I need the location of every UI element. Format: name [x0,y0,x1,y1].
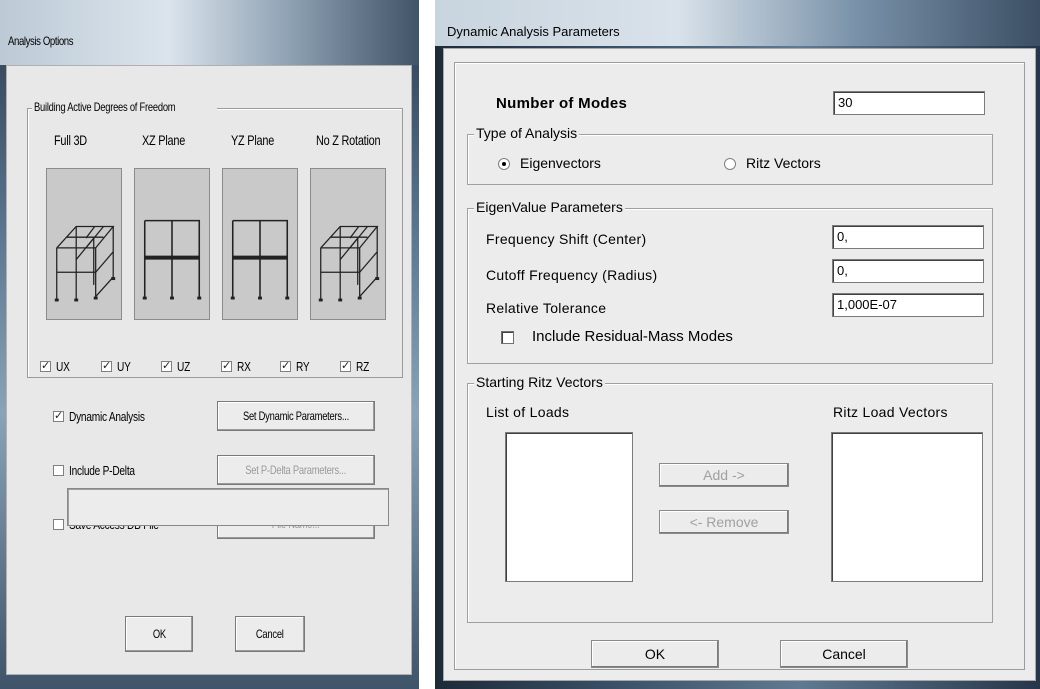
frequency-shift-input[interactable]: 0, [832,225,984,249]
starting-ritz-vectors-group: Starting Ritz Vectors List of Loads Ritz… [467,374,993,623]
relative-tolerance-label: Relative Tolerance [486,300,607,316]
dynamic-analysis-box[interactable] [53,409,64,422]
plane-label-full-3d: Full 3D [54,132,87,148]
dynamic-params-client: Number of Modes 30 Type of Analysis Eige… [443,48,1036,681]
analysis-options-client: Building Active Degrees of Freedom Full … [6,65,412,675]
analysis-options-title: Analysis Options [8,34,74,48]
cutoff-frequency-label: Cutoff Frequency (Radius) [486,267,658,283]
list-of-loads-label: List of Loads [486,404,570,420]
eigenvectors-radio-dot[interactable] [498,158,510,171]
ritz-load-vectors-listbox[interactable] [831,432,983,582]
starting-ritz-vectors-label: Starting Ritz Vectors [474,374,605,390]
dof-group-label: Building Active Degrees of Freedom [32,100,218,114]
dof-groupbox: Building Active Degrees of Freedom Full … [27,100,403,378]
status-field [67,488,389,526]
dynamic-params-titlebar[interactable]: Dynamic Analysis Parameters [435,0,1040,46]
remove-button[interactable]: <- Remove [659,510,789,534]
analysis-options-window: Analysis Options Building Active Degrees… [0,0,419,689]
eigenvectors-label: Eigenvectors [520,155,601,171]
include-residual-mass-box[interactable] [501,330,514,344]
cutoff-frequency-input[interactable]: 0, [832,259,984,283]
eigenvalue-parameters-group: EigenValue Parameters Frequency Shift (C… [467,199,993,364]
ritz-vectors-radio[interactable]: Ritz Vectors [724,155,821,171]
checkbox-rx-label: RX [237,359,251,374]
eigenvalue-parameters-label: EigenValue Parameters [474,199,625,215]
include-residual-mass-label: Include Residual-Mass Modes [532,328,733,345]
dof-checkbox-rz[interactable]: RZ [340,359,373,374]
yz-plane-frame-icon[interactable] [222,168,298,320]
full-3d-frame-icon[interactable] [46,168,122,320]
frequency-shift-label: Frequency Shift (Center) [486,231,647,247]
ritz-vectors-label: Ritz Vectors [746,155,821,171]
dof-checkbox-rx[interactable]: RX [221,359,254,374]
checkbox-uy-box[interactable] [101,359,112,372]
xz-plane-frame-icon[interactable] [134,168,210,320]
set-dynamic-parameters-button[interactable]: Set Dynamic Parameters... [217,401,375,431]
ok-button[interactable]: OK [591,640,719,668]
number-of-modes-input[interactable]: 30 [833,91,985,115]
checkbox-rx-box[interactable] [221,359,232,372]
dynamic-params-frame: Number of Modes 30 Type of Analysis Eige… [454,62,1025,670]
no-z-rotation-frame-icon[interactable] [310,168,386,320]
dof-checkbox-ux[interactable]: UX [40,359,73,374]
list-of-loads-listbox[interactable] [505,432,633,582]
plane-label-xz: XZ Plane [142,132,186,148]
plane-label-yz: YZ Plane [231,132,275,148]
checkbox-uz-box[interactable] [161,359,172,372]
add-button[interactable]: Add -> [659,463,789,487]
relative-tolerance-input[interactable]: 1,000E-07 [832,293,984,317]
save-access-db-box[interactable] [53,519,64,530]
type-of-analysis-group: Type of Analysis Eigenvectors Ritz Vecto… [467,125,993,185]
analysis-options-titlebar[interactable]: Analysis Options [0,0,419,65]
checkbox-uy-label: UY [117,359,131,374]
checkbox-rz-label: RZ [356,359,370,374]
checkbox-rz-box[interactable] [340,359,351,372]
dynamic-params-window: Dynamic Analysis Parameters Number of Mo… [435,0,1040,689]
checkbox-uz-label: UZ [177,359,191,374]
p-delta-checkbox[interactable]: Include P-Delta [53,463,153,478]
dynamic-params-title: Dynamic Analysis Parameters [447,24,620,39]
type-of-analysis-label: Type of Analysis [474,125,580,141]
checkbox-ry-box[interactable] [280,359,291,372]
dynamic-analysis-checkbox[interactable]: Dynamic Analysis [53,409,166,424]
checkbox-ux-label: UX [56,359,70,374]
dof-checkbox-uz[interactable]: UZ [161,359,194,374]
dynamic-analysis-label: Dynamic Analysis [69,409,145,424]
cancel-button[interactable]: Cancel [235,616,305,652]
p-delta-label: Include P-Delta [69,463,135,478]
set-p-delta-parameters-button[interactable]: Set P-Delta Parameters... [217,455,375,485]
eigenvectors-radio[interactable]: Eigenvectors [498,155,601,171]
p-delta-box[interactable] [53,465,64,476]
include-residual-mass-checkbox[interactable]: Include Residual-Mass Modes [501,328,733,345]
ok-button[interactable]: OK [125,616,193,652]
dof-checkbox-uy[interactable]: UY [101,359,134,374]
checkbox-ry-label: RY [296,359,310,374]
ritz-load-vectors-label: Ritz Load Vectors [833,404,948,420]
checkbox-ux-box[interactable] [40,359,51,372]
dof-checkbox-ry[interactable]: RY [280,359,313,374]
number-of-modes-label: Number of Modes [496,95,628,112]
cancel-button[interactable]: Cancel [780,640,908,668]
plane-label-no-z-rotation: No Z Rotation [316,132,381,148]
ritz-vectors-radio-dot[interactable] [724,158,736,171]
